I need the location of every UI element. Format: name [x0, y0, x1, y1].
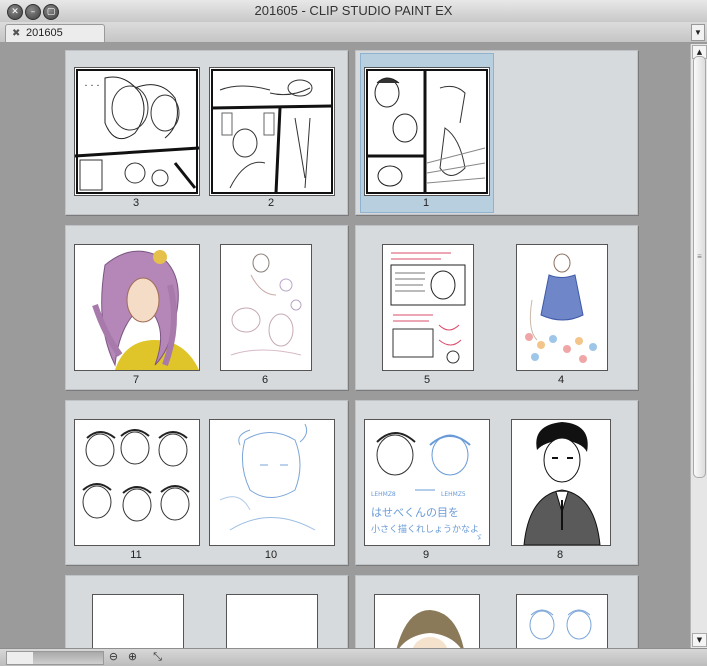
page-number-10: 10 [264, 549, 278, 561]
zoom-slider-fill [33, 652, 103, 664]
page-9-text-line-2: 小さく描くれしょうかなよ [371, 523, 479, 535]
scrollbar-grip-icon: ≡ [697, 252, 702, 261]
mixed-page-5-art [383, 245, 473, 370]
page-manager-view: ・・・ 3 2 1 7 6 5 4 11 10 LEHMZ8 LEHMZ5 はせ… [4, 44, 689, 648]
page-number-6: 6 [261, 374, 269, 386]
zoom-slider[interactable] [6, 651, 104, 665]
page-number-11: 11 [130, 549, 142, 561]
svg-text:・・・: ・・・ [83, 84, 101, 90]
document-tab[interactable]: ✖ 201605 [5, 24, 105, 42]
page-thumbnail-blank-left[interactable] [92, 594, 184, 648]
page-number-9: 9 [422, 549, 430, 561]
page-thumbnail-7[interactable] [74, 244, 200, 371]
page-9-annotation-2: LEHMZ5 [441, 491, 466, 498]
spread-11-10: 11 10 [65, 400, 348, 565]
color-illustration-page-7 [75, 245, 199, 370]
manga-page-3-art: ・・・ [75, 68, 199, 195]
spread-row-4-left [65, 575, 348, 648]
status-bar: ⊖ ⊕ ⤡ [0, 648, 707, 666]
page-thumbnail-5[interactable] [382, 244, 474, 371]
vertical-scrollbar[interactable]: ▲ ≡ ▼ [690, 44, 707, 648]
tab-list-dropdown-button[interactable]: ▼ [691, 24, 705, 41]
sketch-page-11-art [75, 420, 199, 545]
page-thumbnail-row4-color[interactable] [374, 594, 480, 648]
fit-to-window-icon[interactable]: ⤡ [150, 650, 165, 664]
page-number-7: 7 [132, 374, 140, 386]
page-thumbnail-9[interactable]: LEHMZ8 LEHMZ5 はせべくんの目を 小さく描くれしょうかなよ ゞ [364, 419, 490, 546]
spread-3-2: ・・・ 3 2 [65, 50, 348, 215]
color-sketch-page-4-art [517, 245, 607, 370]
manga-page-2-art [211, 69, 333, 194]
zoom-in-icon[interactable]: ⊕ [125, 650, 140, 664]
page-thumbnail-blank-right[interactable] [226, 594, 318, 648]
page-thumbnail-row4-blue[interactable] [516, 594, 608, 648]
sketch-page-6-art [221, 245, 311, 370]
tab-close-icon[interactable]: ✖ [12, 25, 20, 42]
page-9-annotation-1: LEHMZ8 [371, 491, 396, 498]
inked-page-8-art [512, 420, 610, 545]
tab-bar: ✖ 201605 ▼ [0, 22, 707, 43]
spread-row-4-right [355, 575, 638, 648]
blue-sketch-page-10-art [210, 420, 334, 545]
zoom-out-icon[interactable]: ⊖ [106, 650, 121, 664]
page-thumbnail-8[interactable] [511, 419, 611, 546]
blue-sketch-row4-art [517, 595, 607, 648]
page-number-4: 4 [557, 374, 565, 386]
page-number-2: 2 [267, 197, 275, 209]
page-thumbnail-4[interactable] [516, 244, 608, 371]
scroll-down-button[interactable]: ▼ [692, 633, 707, 647]
page-thumbnail-2[interactable] [209, 67, 335, 196]
spread-7-6: 7 6 [65, 225, 348, 390]
spread-9-8: LEHMZ8 LEHMZ5 はせべくんの目を 小さく描くれしょうかなよ ゞ 9 … [355, 400, 638, 565]
page-thumbnail-3[interactable]: ・・・ [74, 67, 200, 196]
page-thumbnail-10[interactable] [209, 419, 335, 546]
page-number-3: 3 [132, 197, 140, 209]
page-number-8: 8 [556, 549, 564, 561]
page-thumbnail-11[interactable] [74, 419, 200, 546]
color-page-art [375, 595, 479, 648]
page-thumbnail-1[interactable] [364, 67, 490, 196]
page-9-mark: ゞ [475, 533, 483, 542]
manga-page-1-art [366, 69, 488, 194]
page-thumbnail-6[interactable] [220, 244, 312, 371]
page-number-1: 1 [422, 197, 430, 209]
spread-5-4: 5 4 [355, 225, 638, 390]
window-title: 201605 - CLIP STUDIO PAINT EX [254, 3, 453, 18]
scrollbar-thumb[interactable]: ≡ [693, 56, 706, 478]
sketch-page-9-art: LEHMZ8 LEHMZ5 はせべくんの目を 小さく描くれしょうかなよ ゞ [365, 420, 489, 545]
title-bar: ✕ – ▢ 201605 - CLIP STUDIO PAINT EX [0, 0, 707, 23]
page-number-5: 5 [423, 374, 431, 386]
tab-label: 201605 [26, 27, 63, 39]
page-9-text-line-1: はせべくんの目を [371, 506, 459, 519]
spread-1: 1 [355, 50, 638, 215]
